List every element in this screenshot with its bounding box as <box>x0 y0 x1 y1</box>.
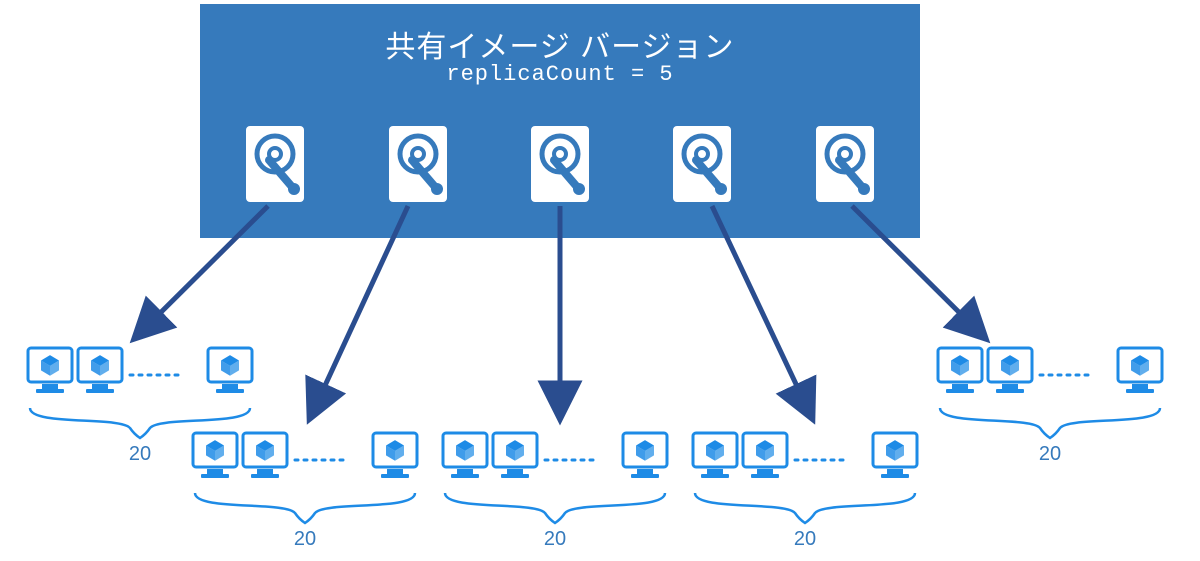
vm-group <box>938 348 1162 438</box>
shared-image-version-box: 共有イメージ バージョン replicaCount = 5 <box>200 4 920 238</box>
box-title: 共有イメージ バージョン <box>200 22 920 66</box>
vm-group <box>443 433 667 523</box>
vm-count-label: 20 <box>285 528 325 551</box>
vm-count-label: 20 <box>535 528 575 551</box>
vm-group <box>193 433 417 523</box>
vm-groups <box>28 348 1162 523</box>
box-subtitle: replicaCount = 5 <box>200 62 920 87</box>
vm-group <box>693 433 917 523</box>
vm-group <box>28 348 252 438</box>
vm-count-label: 20 <box>1030 443 1070 466</box>
vm-count-label: 20 <box>785 528 825 551</box>
vm-count-label: 20 <box>120 443 160 466</box>
